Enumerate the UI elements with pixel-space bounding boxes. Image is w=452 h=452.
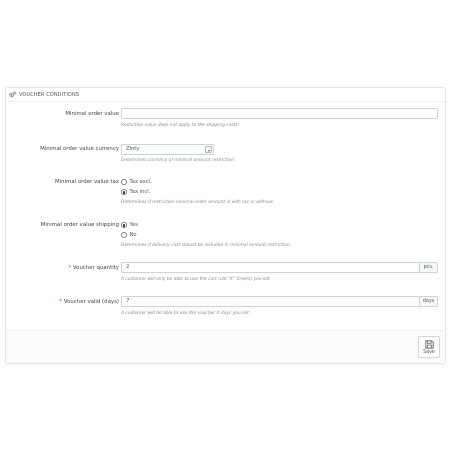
tax-excl-option[interactable]: Tax excl.: [121, 179, 152, 185]
save-button[interactable]: Save: [418, 336, 440, 358]
currency-select[interactable]: Złoty: [121, 144, 214, 155]
min-order-tax-label: Minimal order value tax: [55, 179, 119, 185]
voucher-quantity-label-text: Voucher quantity: [72, 265, 119, 271]
shipping-no-label: No: [129, 232, 137, 238]
required-mark: *: [59, 299, 63, 305]
currency-select-value: Złoty: [126, 146, 140, 152]
min-order-shipping-label: Minimal order value shipping: [40, 222, 119, 228]
min-order-value-help: Reduction value does not apply to the sh…: [121, 123, 240, 128]
panel-title: VOUCHER CONDITIONS: [19, 91, 80, 98]
shipping-yes-radio[interactable]: [121, 222, 127, 228]
min-order-shipping-help: Determines if delivery cost should be in…: [121, 243, 292, 248]
voucher-quantity-label: * Voucher quantity: [9, 265, 119, 272]
cogs-icon: [9, 91, 17, 98]
panel-footer: Save: [6, 330, 445, 363]
min-order-value-label: Minimal order value: [65, 111, 119, 117]
tax-excl-label: Tax excl.: [129, 179, 152, 185]
voucher-valid-help: A customer will be able to use the vouch…: [121, 311, 251, 316]
voucher-valid-label-text: Voucher valid (days): [63, 299, 119, 305]
min-order-currency-help: Determines currency of minimal amount re…: [121, 158, 236, 163]
panel-heading: VOUCHER CONDITIONS: [6, 88, 445, 102]
voucher-quantity-suffix: pcs.: [420, 262, 438, 273]
shipping-yes-option[interactable]: Yes: [121, 222, 138, 228]
tax-incl-label: Tax incl.: [129, 189, 151, 195]
min-order-currency-label: Minimal order value currency: [40, 146, 119, 152]
voucher-conditions-panel: VOUCHER CONDITIONS Minimal order value R…: [5, 87, 446, 364]
shipping-yes-label: Yes: [129, 222, 138, 228]
voucher-quantity-input[interactable]: 2: [121, 262, 420, 273]
floppy-disk-icon: [424, 339, 434, 349]
tax-incl-option[interactable]: Tax incl.: [121, 189, 150, 195]
voucher-valid-input[interactable]: 7: [121, 296, 420, 307]
min-order-tax-help: Determines if restriction minimal order …: [121, 200, 275, 205]
voucher-valid-label: * Voucher valid (days): [9, 299, 119, 306]
tax-excl-radio[interactable]: [121, 179, 127, 185]
shipping-no-option[interactable]: No: [121, 232, 137, 238]
save-button-label: Save: [423, 349, 435, 355]
shipping-no-radio[interactable]: [121, 232, 127, 238]
voucher-valid-suffix: days: [420, 296, 438, 307]
chevron-down-icon[interactable]: [205, 146, 212, 153]
required-mark: *: [68, 265, 72, 271]
min-order-value-input[interactable]: [121, 108, 438, 119]
voucher-quantity-help: A customer will only be able to use the …: [121, 277, 272, 282]
tax-incl-radio[interactable]: [121, 189, 127, 195]
